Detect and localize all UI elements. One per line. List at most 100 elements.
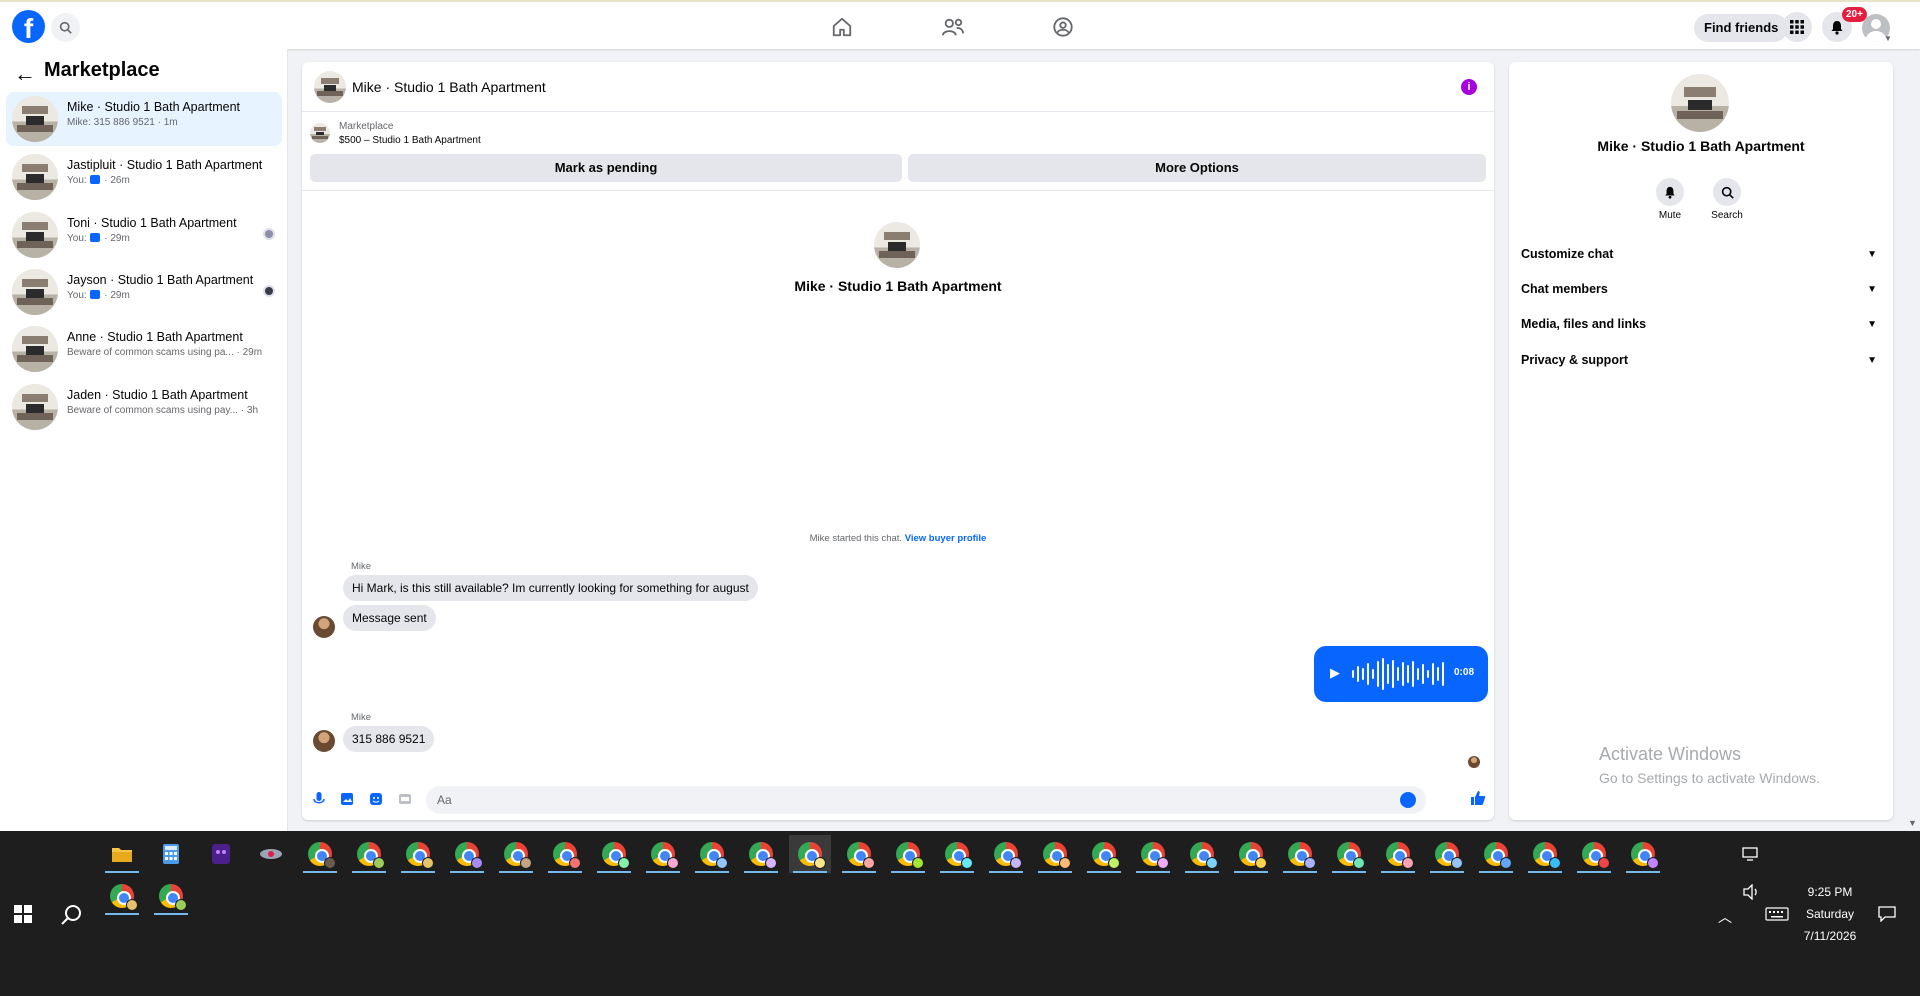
windows-start-icon[interactable] <box>14 905 32 923</box>
chrome-icon[interactable] <box>544 835 586 873</box>
chrome-icon[interactable] <box>1622 835 1664 873</box>
listing-thumbnail[interactable] <box>310 123 330 143</box>
chrome-icon[interactable] <box>1573 835 1615 873</box>
privacy-support-section[interactable]: Privacy & support ▼ <box>1521 353 1881 375</box>
details-name: Mike · Studio 1 Bath Apartment <box>1597 138 1805 154</box>
scroll-down-icon[interactable]: ▼ <box>1908 818 1917 828</box>
clock-time[interactable]: 9:25 PM <box>1790 885 1870 899</box>
avatar[interactable] <box>313 616 335 638</box>
app-icon[interactable] <box>250 835 292 873</box>
search-icon[interactable] <box>51 13 80 42</box>
chrome-icon[interactable] <box>495 835 537 873</box>
chat-details-panel: Mike · Studio 1 Bath Apartment Mute Sear… <box>1509 62 1893 820</box>
friends-icon[interactable] <box>940 14 966 40</box>
conversation-title: Anne · Studio 1 Bath Apartment <box>67 330 243 344</box>
search-icon[interactable] <box>61 904 83 931</box>
gif-icon[interactable] <box>398 792 412 806</box>
search-icon <box>1721 186 1734 199</box>
message-bubble[interactable]: Hi Mark, is this still available? Im cur… <box>343 575 758 601</box>
play-icon[interactable]: ▶ <box>1330 665 1340 681</box>
info-icon[interactable]: i <box>1461 79 1477 95</box>
listing-thumbnail[interactable] <box>314 71 346 103</box>
chrome-icon[interactable] <box>397 835 439 873</box>
back-arrow-icon[interactable]: ← <box>14 61 36 87</box>
chrome-icon[interactable] <box>1230 835 1272 873</box>
view-buyer-profile-link[interactable]: View buyer profile <box>905 533 987 544</box>
customize-chat-section[interactable]: Customize chat ▼ <box>1521 247 1881 269</box>
sticker-icon[interactable] <box>369 792 383 806</box>
chat-title[interactable]: Mike · Studio 1 Bath Apartment <box>352 79 546 95</box>
groups-icon[interactable] <box>1050 14 1076 40</box>
avatar[interactable] <box>313 730 335 752</box>
message-composer: Aa <box>302 780 1494 820</box>
clock-date[interactable]: 7/11/2026 <box>1790 929 1870 943</box>
clock-day[interactable]: Saturday <box>1790 907 1870 921</box>
emoji-icon[interactable] <box>1400 792 1416 808</box>
conversation-item[interactable]: Toni · Studio 1 Bath Apartment You: · 29… <box>6 208 282 262</box>
conversation-item[interactable]: Jastipluit · Studio 1 Bath Apartment You… <box>6 150 282 204</box>
media-files-links-section[interactable]: Media, files and links ▼ <box>1521 317 1881 339</box>
bell-icon <box>1665 186 1675 199</box>
home-icon[interactable] <box>829 14 855 40</box>
listing-thumbnail <box>12 212 58 258</box>
chrome-icon[interactable] <box>1475 835 1517 873</box>
keyboard-icon[interactable] <box>1765 907 1789 926</box>
seen-avatar-icon <box>263 285 275 297</box>
notification-center-icon[interactable] <box>1878 906 1896 927</box>
chrome-icon[interactable] <box>1279 835 1321 873</box>
message-bubble[interactable]: Message sent <box>343 605 436 631</box>
voice-duration: 0:08 <box>1454 667 1475 678</box>
conversation-item[interactable]: Jayson · Studio 1 Bath Apartment You: · … <box>6 265 282 319</box>
listing-price[interactable]: $500 – Studio 1 Bath Apartment <box>339 135 481 146</box>
chrome-icon[interactable] <box>985 835 1027 873</box>
marketplace-label: Marketplace <box>339 121 394 132</box>
chat-members-section[interactable]: Chat members ▼ <box>1521 282 1881 304</box>
chrome-icon[interactable] <box>789 835 831 873</box>
chrome-icon[interactable] <box>691 835 733 873</box>
chrome-icon[interactable] <box>936 835 978 873</box>
chrome-icon[interactable] <box>150 877 192 915</box>
chrome-icon[interactable] <box>1034 835 1076 873</box>
conversation-item[interactable]: Jaden · Studio 1 Bath Apartment Beware o… <box>6 380 282 434</box>
photo-icon[interactable] <box>340 792 354 806</box>
chrome-icon[interactable] <box>1083 835 1125 873</box>
chrome-icon[interactable] <box>838 835 880 873</box>
more-options-button[interactable]: More Options <box>908 154 1486 182</box>
find-friends-button[interactable]: Find friends <box>1694 14 1789 42</box>
chevron-down-icon[interactable]: ▼ <box>1884 34 1892 43</box>
chrome-icon[interactable] <box>887 835 929 873</box>
chrome-icon[interactable] <box>1524 835 1566 873</box>
chrome-icon[interactable] <box>593 835 635 873</box>
volume-icon[interactable] <box>1742 883 1760 905</box>
chrome-icon[interactable] <box>1377 835 1419 873</box>
chrome-icon[interactable] <box>299 835 341 873</box>
conversation-item[interactable]: Anne · Studio 1 Bath Apartment Beware of… <box>6 322 282 376</box>
message-input-placeholder: Aa <box>437 793 452 807</box>
chrome-icon[interactable] <box>101 877 143 915</box>
search-chat-button[interactable]: Search <box>1697 178 1757 221</box>
chrome-icon[interactable] <box>348 835 390 873</box>
calculator-icon[interactable] <box>150 835 192 873</box>
message-input[interactable]: Aa <box>426 786 1426 814</box>
chrome-icon[interactable] <box>1426 835 1468 873</box>
chrome-icon[interactable] <box>446 835 488 873</box>
mark-as-pending-button[interactable]: Mark as pending <box>310 154 902 182</box>
microphone-icon[interactable] <box>312 792 326 806</box>
thumbs-up-icon[interactable] <box>1470 790 1486 806</box>
chevron-down-icon: ▼ <box>1867 249 1877 260</box>
apps-grid-icon[interactable] <box>1782 12 1812 42</box>
chrome-icon[interactable] <box>740 835 782 873</box>
voice-message[interactable]: ▶ 0:08 <box>1314 646 1488 702</box>
facebook-logo[interactable]: f <box>12 10 45 43</box>
chrome-icon[interactable] <box>1132 835 1174 873</box>
desktop-icon[interactable] <box>1729 835 1771 873</box>
chrome-icon[interactable] <box>1181 835 1223 873</box>
chevron-up-icon[interactable]: ︿ <box>1718 907 1732 927</box>
file-explorer-icon[interactable] <box>101 835 143 873</box>
message-bubble[interactable]: 315 886 9521 <box>343 726 435 752</box>
chrome-icon[interactable] <box>642 835 684 873</box>
mute-button[interactable]: Mute <box>1640 178 1700 221</box>
conversation-item[interactable]: Mike · Studio 1 Bath Apartment Mike: 315… <box>6 92 282 146</box>
chrome-icon[interactable] <box>1328 835 1370 873</box>
app-icon[interactable] <box>200 835 242 873</box>
